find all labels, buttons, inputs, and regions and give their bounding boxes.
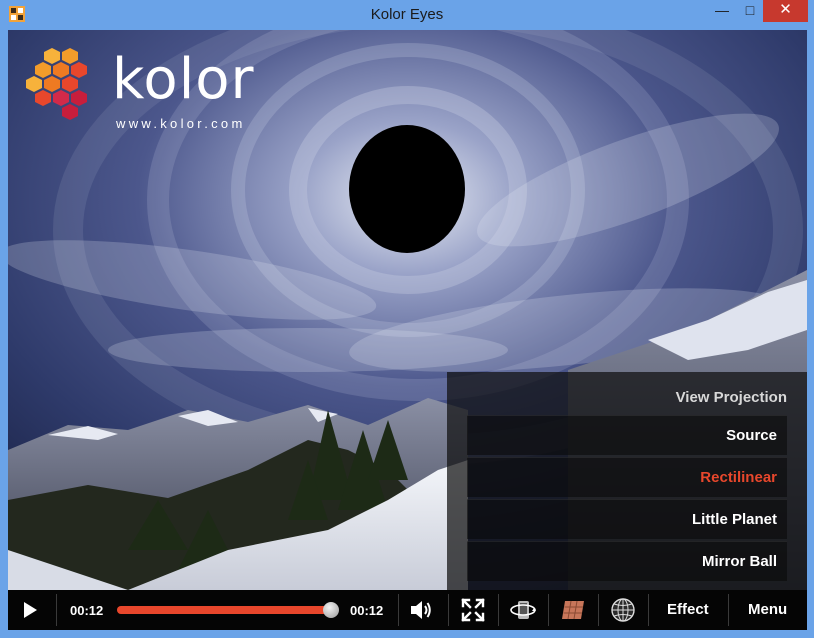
maximize-button[interactable]: □ [736,0,764,22]
effect-button[interactable]: Effect [667,601,709,618]
divider [448,594,449,626]
kolor-logo: kolor www.kolor.com [22,46,282,136]
minimize-button[interactable]: — [708,0,736,22]
volume-icon[interactable] [408,597,434,623]
projection-item-source[interactable]: Source [467,415,787,455]
current-time: 00:12 [70,603,104,618]
projection-item-label: Rectilinear [700,469,777,486]
divider [56,594,57,626]
divider [598,594,599,626]
projection-item-label: Source [726,427,777,444]
play-icon[interactable] [20,600,40,620]
divider [498,594,499,626]
projection-item-little-planet[interactable]: Little Planet [467,499,787,539]
divider [648,594,649,626]
player-control-bar: 00:12 00:12 Effect Menu [8,590,807,630]
projection-item-mirror-ball[interactable]: Mirror Ball [467,541,787,581]
logo-wordmark: kolor [112,47,255,112]
logo-url: www.kolor.com [116,116,246,131]
seek-handle[interactable] [323,602,339,618]
globe-icon[interactable] [610,597,636,623]
title-bar[interactable]: Kolor Eyes — □ ✕ [0,0,814,30]
menu-button[interactable]: Menu [748,601,787,618]
divider [728,594,729,626]
projection-item-label: Mirror Ball [701,553,777,570]
close-button[interactable]: ✕ [763,0,808,22]
fullscreen-icon[interactable] [460,597,486,623]
seek-bar-fill [117,606,331,614]
view-projection-menu: View Projection Source Rectilinear Littl… [447,372,807,590]
projection-item-rectilinear[interactable]: Rectilinear [467,457,787,497]
gyroscope-icon[interactable] [510,597,536,623]
app-window: Kolor Eyes — □ ✕ kolor www.kolor.com Vie… [0,0,814,638]
texture-icon[interactable] [560,597,586,623]
projection-item-label: Little Planet [691,511,777,528]
window-title: Kolor Eyes [370,6,444,23]
seek-bar[interactable] [117,602,339,618]
total-time: 00:12 [350,603,384,618]
divider [398,594,399,626]
view-projection-title: View Projection [675,389,787,406]
hexagon-logo-icon [26,48,87,120]
divider [548,594,549,626]
